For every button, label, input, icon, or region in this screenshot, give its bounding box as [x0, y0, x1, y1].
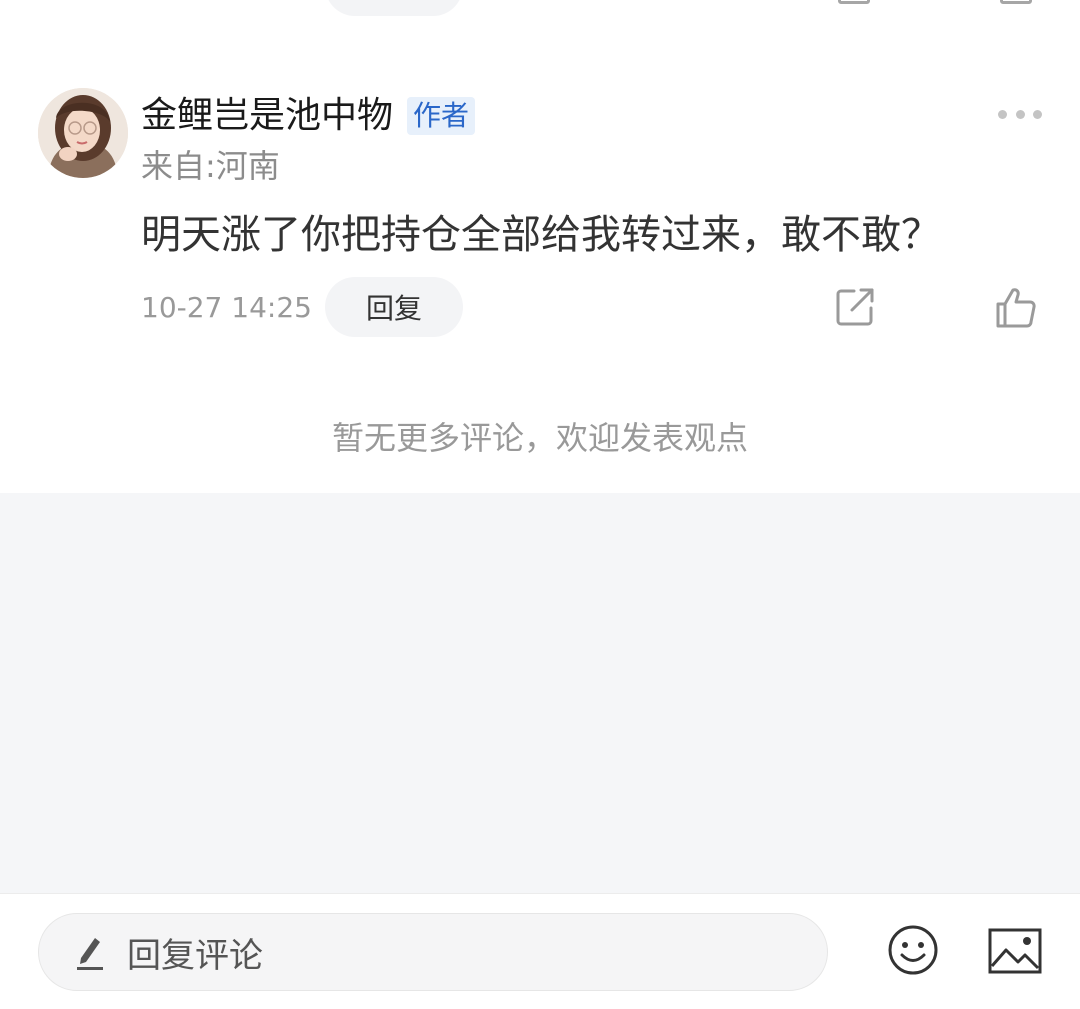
author-badge: 作者	[407, 97, 476, 135]
thumbs-up-icon[interactable]	[994, 286, 1038, 330]
no-more-comments-note: 暂无更多评论，欢迎发表观点	[331, 419, 748, 457]
reply-comment-input[interactable]: 回复评论	[38, 913, 828, 991]
previous-share-icon[interactable]	[838, 0, 870, 4]
reply-button[interactable]: 回复	[325, 277, 463, 337]
previous-reply-button[interactable]	[325, 0, 463, 16]
avatar[interactable]	[38, 88, 128, 178]
comment-header: 金鲤岂是池中物 作者	[141, 94, 476, 138]
pencil-icon	[77, 938, 103, 970]
smiley-icon[interactable]	[887, 924, 939, 976]
share-icon[interactable]	[834, 286, 876, 328]
reply-placeholder: 回复评论	[127, 935, 263, 976]
location-label: 来自:河南	[141, 147, 280, 185]
more-dots-icon[interactable]	[998, 106, 1042, 122]
comment-text: 明天涨了你把持仓全部给我转过来，敢不敢？	[141, 212, 941, 258]
empty-area	[0, 493, 1080, 893]
username[interactable]: 金鲤岂是池中物	[141, 94, 393, 138]
comment-timestamp: 10-27 14:25	[141, 291, 312, 324]
bottom-input-bar: 回复评论	[0, 893, 1080, 1009]
image-icon[interactable]	[988, 928, 1042, 974]
comment-item: 金鲤岂是池中物 作者 来自:河南 明天涨了你把持仓全部给我转过来，敢不敢？ 10…	[0, 80, 1080, 360]
comment-page: 金鲤岂是池中物 作者 来自:河南 明天涨了你把持仓全部给我转过来，敢不敢？ 10…	[0, 0, 1080, 1009]
previous-comment-actions	[0, 0, 1080, 20]
previous-like-icon[interactable]	[1000, 0, 1032, 4]
